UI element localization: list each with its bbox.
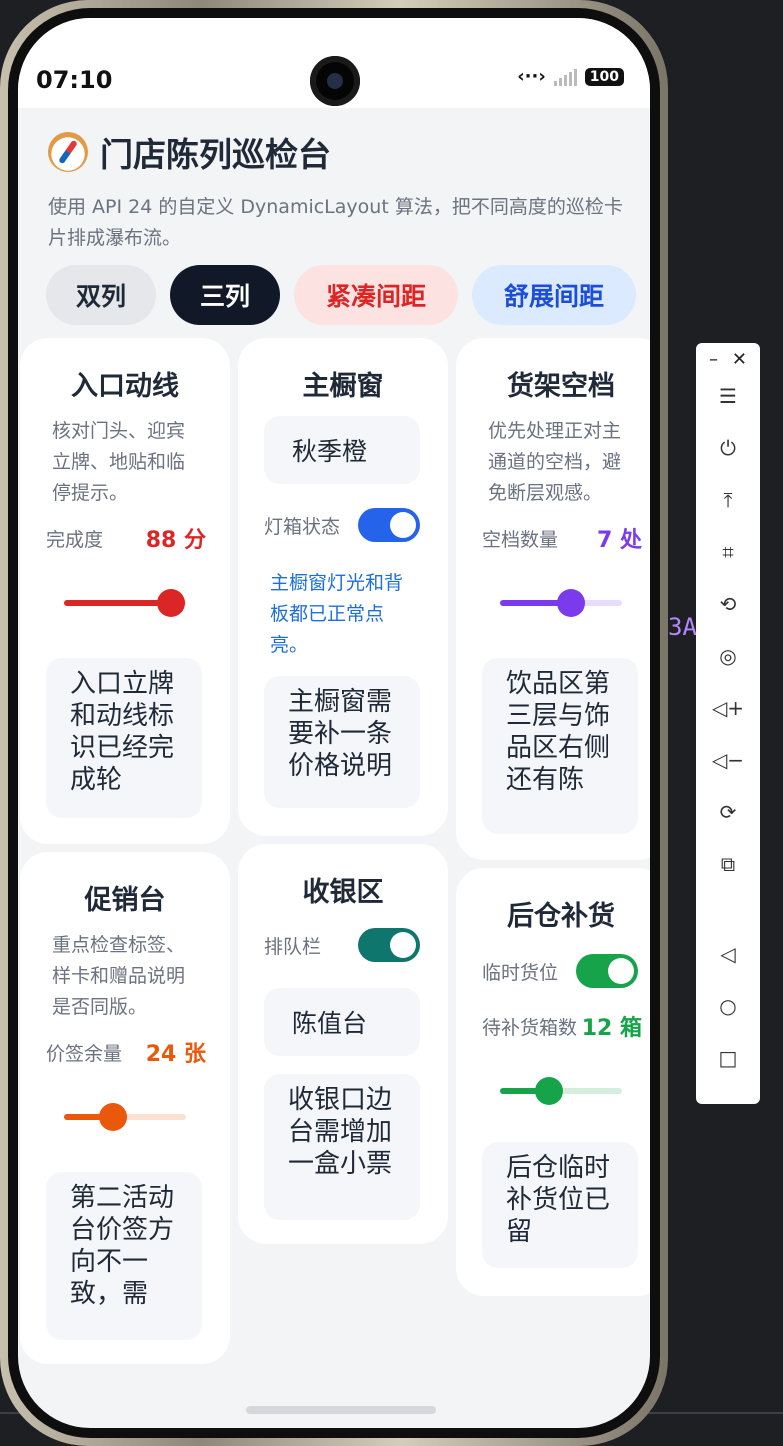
completion-slider[interactable] (64, 589, 186, 617)
lightbox-toggle[interactable] (358, 508, 420, 542)
compass-icon (48, 132, 88, 172)
card-title: 主橱窗 (302, 371, 384, 402)
home-indicator[interactable] (246, 1406, 436, 1414)
card-cashier[interactable]: 收银区 排队栏 陈值台 收银口边台需增加一盒小票 (238, 844, 448, 1244)
note-box: 入口立牌和动线标识已经完成轮 (46, 658, 202, 818)
card-promo[interactable]: 促销台 重点检查标签、样卡和赠品说明是否同版。 价签余量 24 张 第二活动台价… (20, 852, 230, 1364)
chip-compact-spacing[interactable]: 紧凑间距 (294, 265, 458, 325)
note-box: 饮品区第三层与饰品区右侧还有陈 (482, 658, 638, 834)
status-bar: 07:10 ‹··› 100 (18, 18, 650, 108)
back-icon[interactable]: ◁ (696, 928, 760, 980)
slider-thumb[interactable] (556, 589, 585, 617)
metric-label: 完成度 (46, 528, 104, 551)
emulator-toolbar: – ✕ ☰ ⏻ ⤒ ⌗ ⟲ ◎ ◁+ ◁− ⟳ ⧉ ◁ ○ □ (696, 343, 760, 1104)
metric-value: 88 分 (145, 528, 206, 553)
rotate-device-icon[interactable]: ⟳ (696, 786, 760, 838)
slider-thumb[interactable] (157, 589, 186, 617)
chip-two-columns[interactable]: 双列 (46, 265, 156, 325)
card-entrance[interactable]: 入口动线 核对门头、迎宾立牌、地贴和临停提示。 完成度 88 分 入口立牌和动线… (20, 338, 230, 844)
tag-stock-slider[interactable] (64, 1103, 186, 1131)
menu-icon[interactable]: ☰ (696, 370, 760, 422)
card-title: 货架空档 (507, 371, 615, 402)
temp-slot-toggle[interactable] (576, 954, 638, 988)
multi-window-icon[interactable]: ⧉ (696, 838, 760, 890)
metric-label: 待补货箱数 (482, 1016, 578, 1039)
screenshot-icon[interactable]: ◎ (696, 630, 760, 682)
slider-thumb[interactable] (534, 1077, 563, 1105)
toggle-label: 灯箱状态 (264, 515, 341, 538)
theme-chip[interactable]: 秋季橙 (264, 416, 420, 484)
minimize-icon[interactable]: – (709, 349, 718, 370)
queue-rail-toggle[interactable] (358, 928, 420, 962)
card-backroom[interactable]: 后仓补货 临时货位 待补货箱数 12 箱 后仓临时补货位已留 (456, 868, 650, 1296)
card-description: 重点检查标签、样卡和赠品说明是否同版。 (52, 934, 186, 1018)
status-icons: ‹··› 100 (517, 66, 624, 87)
page-title: 门店陈列巡检台 (100, 135, 331, 174)
rotate-icon[interactable]: ⟲ (696, 578, 760, 630)
power-icon[interactable]: ⏻ (696, 422, 760, 474)
volume-up-icon[interactable]: ◁+ (696, 682, 760, 734)
metric-label: 价签余量 (46, 1042, 123, 1065)
note-box: 主橱窗需要补一条价格说明 (264, 676, 420, 808)
phone-frame: 07:10 ‹··› 100 门店陈列巡检台 使用 API 24 的自定义 Dy… (0, 0, 668, 1446)
restock-slider[interactable] (500, 1077, 622, 1105)
battery-icon: 100 (584, 67, 624, 86)
toggle-label: 排队栏 (264, 935, 322, 958)
card-title: 入口动线 (71, 371, 179, 402)
gap-count-slider[interactable] (500, 589, 622, 617)
slider-thumb[interactable] (98, 1103, 127, 1131)
signal-icon (553, 68, 577, 86)
home-icon[interactable]: ○ (696, 980, 760, 1032)
page-subtitle: 使用 API 24 的自定义 DynamicLayout 算法，把不同高度的巡检… (48, 196, 623, 249)
phone-screen: 07:10 ‹··› 100 门店陈列巡检台 使用 API 24 的自定义 Dy… (18, 18, 650, 1428)
status-text: 主橱窗灯光和背板都已正常点亮。 (270, 572, 404, 656)
card-title: 促销台 (84, 885, 166, 916)
volume-down-icon[interactable]: ◁− (696, 734, 760, 786)
close-icon[interactable]: ✕ (732, 349, 747, 370)
front-camera (310, 56, 360, 106)
recents-icon[interactable]: □ (696, 1032, 760, 1084)
note-box: 收银口边台需增加一盒小票 (264, 1074, 420, 1220)
metric-value: 24 张 (145, 1042, 206, 1067)
card-description: 优先处理正对主通道的空档，避免断层观感。 (488, 420, 622, 504)
card-shelf[interactable]: 货架空档 优先处理正对主通道的空档，避免断层观感。 空档数量 7 处 饮品区第三… (456, 338, 650, 860)
chip-relaxed-spacing[interactable]: 舒展间距 (472, 265, 636, 325)
layout-chip-row: 双列 三列 紧凑间距 舒展间距 (46, 265, 636, 325)
pin-top-icon[interactable]: ⤒ (696, 474, 760, 526)
cashier-chip[interactable]: 陈值台 (264, 988, 420, 1056)
metric-value: 12 箱 (581, 1016, 642, 1041)
toggle-label: 临时货位 (482, 961, 559, 984)
data-transfer-icon: ‹··› (517, 66, 546, 87)
status-time: 07:10 (36, 66, 113, 94)
chip-three-columns[interactable]: 三列 (170, 265, 280, 325)
card-description: 核对门头、迎宾立牌、地贴和临停提示。 (52, 420, 186, 504)
metric-value: 7 处 (597, 528, 642, 553)
ide-code-fragment: 3A (668, 613, 697, 641)
crop-icon[interactable]: ⌗ (696, 526, 760, 578)
note-box: 第二活动台价签方向不一致，需 (46, 1172, 202, 1340)
metric-label: 空档数量 (482, 528, 559, 551)
note-box: 后仓临时补货位已留 (482, 1142, 638, 1268)
desktop-stage: 3A 07:10 ‹··› 100 门店陈列巡检台 使用 API 24 的自定义… (0, 0, 783, 1446)
card-title: 收银区 (302, 877, 384, 908)
card-title: 后仓补货 (507, 901, 615, 932)
page-header: 门店陈列巡检台 使用 API 24 的自定义 DynamicLayout 算法，… (48, 128, 648, 254)
card-window[interactable]: 主橱窗 秋季橙 灯箱状态 主橱窗灯光和背板都已正常点亮。 主橱窗需要补一条价格说… (238, 338, 448, 836)
